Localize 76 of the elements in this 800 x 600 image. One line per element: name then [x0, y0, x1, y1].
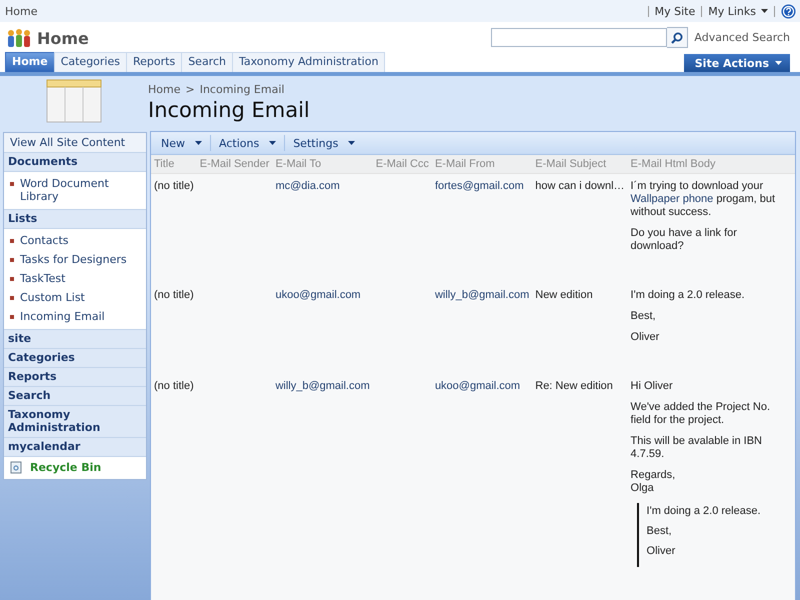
toolbar-menu[interactable]: New	[153, 136, 210, 150]
body-paragraph: We've added the Project No. field for the project.	[630, 401, 772, 427]
body-paragraph: Oliver	[646, 545, 676, 557]
site-title: Home	[37, 28, 89, 48]
search-button[interactable]	[667, 27, 688, 48]
nav-link[interactable]: Tasks for Designers	[20, 253, 127, 266]
people-icon	[6, 28, 32, 48]
nav-link[interactable]: Word Document Library	[20, 177, 142, 203]
table-cell: (no title)	[154, 180, 194, 192]
bullet-icon	[10, 296, 14, 300]
bullet-icon	[10, 315, 14, 319]
nav-link[interactable]: Contacts	[20, 234, 69, 247]
email-link[interactable]: ukoo@gmail.com	[275, 289, 361, 301]
top-link[interactable]: My Links	[708, 4, 768, 18]
nav-tab[interactable]: Search	[181, 52, 233, 72]
help-icon[interactable]	[781, 4, 796, 18]
search-icon	[671, 32, 684, 44]
body-paragraph: Do you have a link for download?	[630, 227, 738, 253]
caret-icon	[775, 61, 782, 65]
nav-link[interactable]: Incoming Email	[20, 310, 105, 323]
nav-tab[interactable]: Home	[5, 52, 55, 72]
advanced-search-link[interactable]: Advanced Search	[694, 31, 790, 44]
email-link[interactable]: willy_b@gmail.com	[434, 289, 530, 301]
bullet-icon	[10, 239, 14, 243]
body-paragraph: I'm doing a 2.0 release.	[630, 289, 746, 302]
search-field[interactable]	[491, 28, 668, 47]
bullet-icon	[10, 182, 14, 186]
toolbar-menu[interactable]: Settings	[285, 136, 364, 150]
nav-heading[interactable]: Search	[4, 387, 146, 406]
email-link[interactable]: ukoo@gmail.com	[434, 380, 520, 392]
breadcrumb-link[interactable]: Home	[148, 83, 180, 96]
email-link[interactable]: fortes@gmail.com	[434, 180, 524, 192]
body-paragraph: This will be avalable in IBN 4.7.59.	[630, 435, 763, 461]
caret-icon	[269, 141, 276, 145]
body-paragraph: Best,	[630, 310, 657, 323]
table-cell: (no title)	[154, 289, 194, 301]
body-paragraph: I'm doing a 2.0 release.	[646, 505, 762, 517]
table-cell: how can i downl…	[535, 180, 625, 192]
email-link[interactable]: willy_b@gmail.com	[275, 380, 370, 392]
recycle-bin-link[interactable]: Recycle Bin	[30, 461, 102, 474]
top-link[interactable]: My Site	[654, 4, 696, 18]
nav-heading[interactable]: mycalendar	[4, 438, 146, 457]
table-cell: Re: New edition	[535, 380, 613, 392]
table-cell: (no title)	[154, 380, 194, 392]
nav-heading[interactable]: Lists	[4, 210, 146, 229]
nav-tab[interactable]: Reports	[126, 52, 182, 72]
caret-icon	[761, 9, 768, 13]
nav-heading[interactable]: Documents	[4, 153, 146, 172]
bullet-icon	[10, 258, 14, 262]
body-paragraph: I´m trying to download your Wallpaper phone progam, but without success.	[630, 180, 776, 219]
caret-icon	[195, 141, 202, 145]
breadcrumb-link[interactable]: Home	[5, 4, 38, 18]
breadcrumb-separator: >	[185, 83, 195, 96]
caret-icon	[348, 141, 356, 145]
nav-link[interactable]: Custom List	[20, 291, 85, 304]
recycle-bin-icon	[10, 461, 22, 474]
page-title: Incoming Email	[148, 98, 310, 122]
nav-heading[interactable]: site	[4, 330, 146, 349]
nav-heading[interactable]: Reports	[4, 368, 146, 387]
body-paragraph: Hi Oliver	[630, 380, 674, 393]
bullet-icon	[10, 277, 14, 281]
nav-link[interactable]: TaskTest	[20, 272, 66, 285]
nav-tab[interactable]: Categories	[54, 52, 127, 72]
body-paragraph: Best,	[646, 525, 673, 537]
view-all-link[interactable]: View All Site Content	[4, 133, 146, 153]
email-link[interactable]: mc@dia.com	[275, 180, 340, 192]
nav-heading[interactable]: Categories	[4, 349, 146, 368]
site-actions-button[interactable]: Site Actions	[684, 54, 790, 72]
body-paragraph: Oliver	[630, 331, 660, 344]
body-link[interactable]: Wallpaper phone	[630, 193, 714, 205]
nav-tab[interactable]: Taxonomy Administration	[232, 52, 386, 72]
breadcrumb-link[interactable]: Incoming Email	[200, 83, 284, 96]
table-cell: New edition	[535, 289, 593, 301]
body-paragraph: Regards, Olga	[630, 469, 676, 495]
nav-heading[interactable]: Taxonomy Administration	[4, 406, 146, 438]
toolbar-menu[interactable]: Actions	[211, 136, 284, 150]
